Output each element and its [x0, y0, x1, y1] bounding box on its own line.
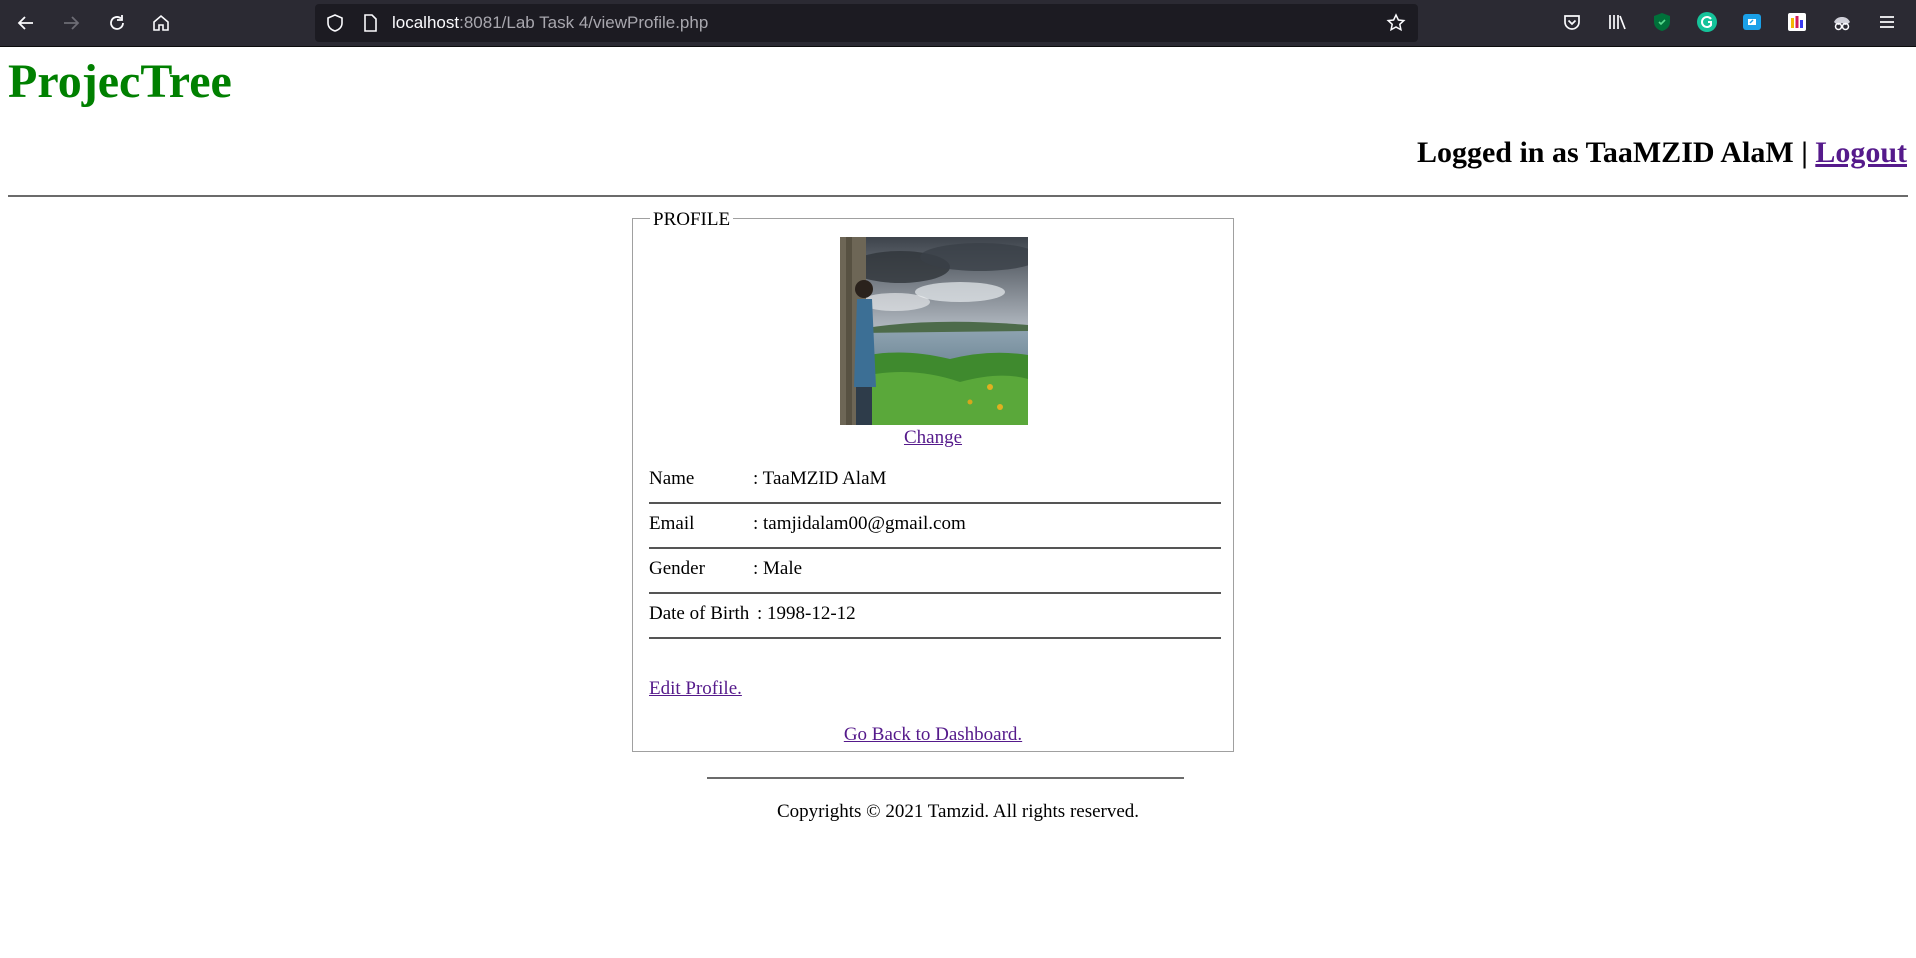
grammarly-icon[interactable] [1696, 11, 1718, 33]
menu-icon[interactable] [1876, 11, 1898, 33]
logged-in-text: Logged in as TaaMZID AlaM | [1416, 136, 1816, 169]
star-icon[interactable] [1386, 13, 1406, 33]
profile-legend: PROFILE [650, 209, 734, 231]
back-to-dashboard-link[interactable]: Go Back to Dashboard. [844, 724, 1022, 745]
change-photo-row: Change [633, 423, 1233, 453]
edit-profile-link[interactable]: Edit Profile. [649, 678, 742, 699]
color-extension-icon[interactable] [1786, 11, 1808, 33]
adblock-shield-icon[interactable] [1651, 11, 1673, 33]
url-bar[interactable]: localhost:8081/Lab Task 4/viewProfile.ph… [315, 4, 1418, 42]
shield-icon[interactable] [325, 13, 345, 33]
field-value: : tamjidalam00@gmail.com [753, 513, 966, 534]
profile-row-gender: Gender : Male [649, 548, 1221, 594]
url-path: :8081/Lab Task 4/viewProfile.php [459, 13, 709, 32]
pocket-icon[interactable] [1561, 11, 1583, 33]
home-icon [153, 14, 169, 31]
field-label: Name [649, 468, 695, 489]
back-button[interactable] [10, 7, 42, 39]
login-status: Logged in as TaaMZID AlaM | Logout [1417, 135, 1907, 171]
edit-profile-row: Edit Profile. [649, 676, 742, 702]
browser-toolbar: localhost:8081/Lab Task 4/viewProfile.ph… [0, 0, 1916, 47]
field-label: Date of Birth [649, 603, 750, 624]
field-value: : Male [753, 558, 803, 579]
arrow-left-icon [17, 16, 33, 30]
change-photo-link[interactable]: Change [904, 427, 962, 448]
home-button[interactable] [145, 7, 177, 39]
profile-row-email: Email : tamjidalam00@gmail.com [649, 503, 1221, 549]
url-text[interactable]: localhost:8081/Lab Task 4/viewProfile.ph… [392, 4, 708, 42]
logout-link[interactable]: Logout [1815, 136, 1907, 169]
page-icon[interactable] [360, 13, 380, 33]
translate-extension-icon[interactable] [1741, 11, 1763, 33]
profile-row-dob: Date of Birth : 1998-12-12 [649, 593, 1221, 639]
field-label: Gender [649, 558, 705, 579]
reload-icon [110, 15, 124, 30]
forward-button[interactable] [55, 7, 87, 39]
arrow-right-icon [64, 16, 80, 30]
page-content: ProjecTree Logged in as TaaMZID AlaM | L… [0, 47, 1916, 958]
copyright-text: Copyrights © 2021 Tamzid. All rights res… [776, 801, 1140, 822]
private-browsing-icon[interactable] [1831, 11, 1853, 33]
site-logo: ProjecTree [8, 55, 232, 108]
field-value: : TaaMZID AlaM [753, 468, 887, 489]
field-label: Email [649, 513, 695, 534]
header-divider [8, 195, 1908, 197]
field-value: : 1998-12-12 [757, 603, 856, 624]
back-to-dashboard-row: Go Back to Dashboard. [633, 722, 1233, 748]
reload-button[interactable] [101, 7, 133, 39]
library-icon[interactable] [1606, 11, 1628, 33]
profile-row-name: Name : TaaMZID AlaM [649, 458, 1221, 504]
footer-divider [707, 777, 1184, 779]
profile-fieldset: PROFILE Change Name: TaaMZID AlaM Email… [632, 209, 1234, 752]
profile-photo [840, 237, 1028, 425]
url-host: localhost [392, 13, 460, 32]
